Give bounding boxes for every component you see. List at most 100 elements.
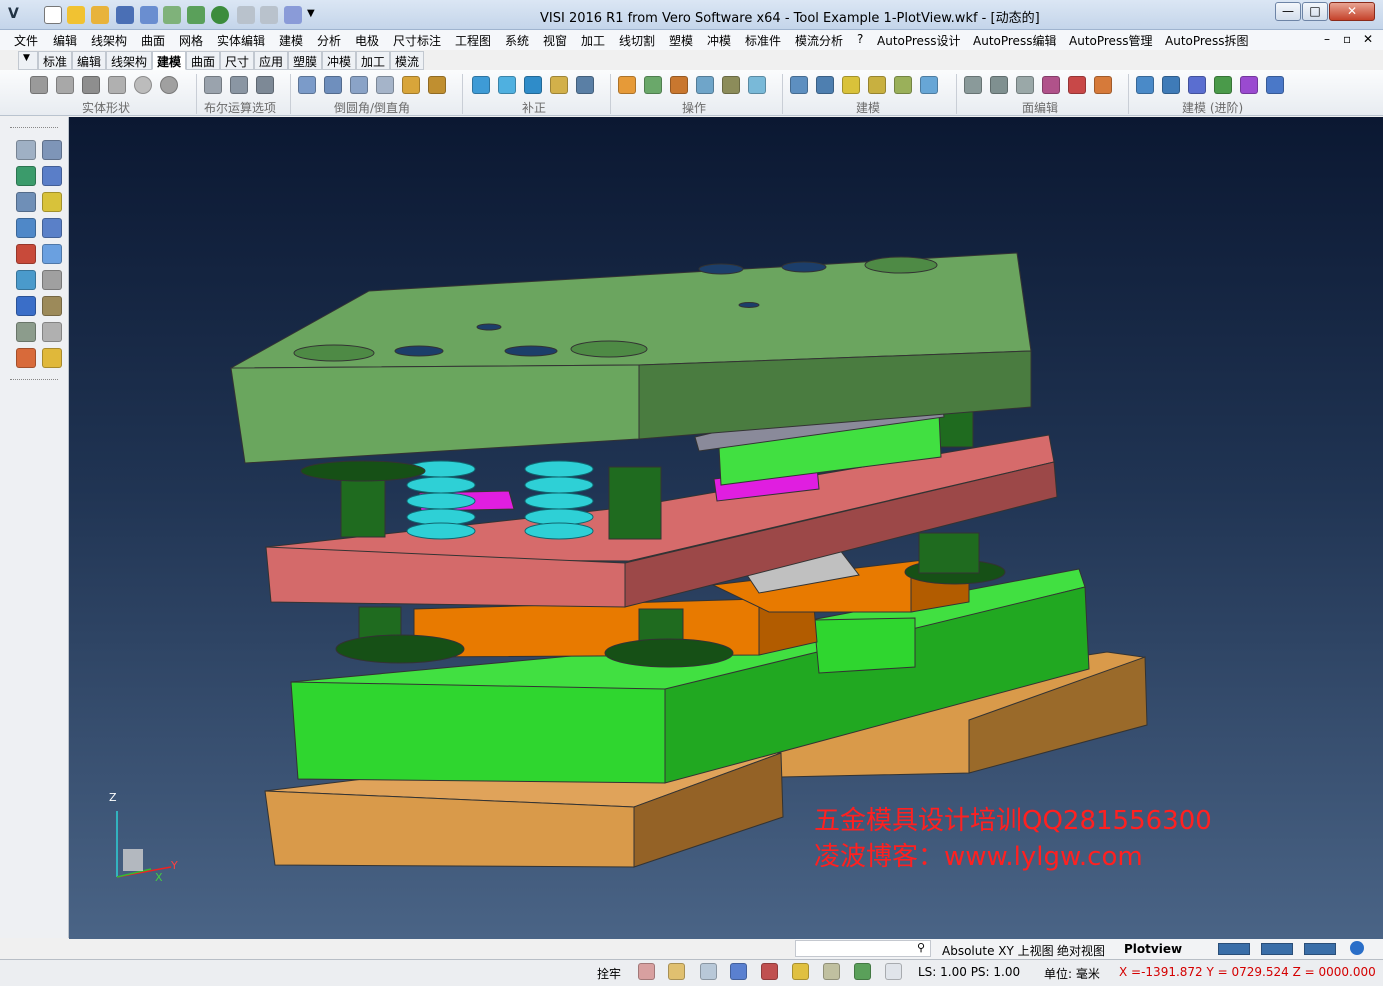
- redo-icon[interactable]: [260, 6, 278, 24]
- tab-mould[interactable]: 塑膜: [288, 51, 323, 70]
- bounding-box-icon[interactable]: [16, 166, 36, 186]
- viewport-layout-icon-3[interactable]: [1304, 943, 1336, 955]
- rotate-view-icon[interactable]: [16, 270, 36, 290]
- menu-solid-edit[interactable]: 实体编辑: [217, 32, 265, 49]
- solid-view-icon[interactable]: [42, 270, 62, 290]
- split-icon[interactable]: [722, 76, 740, 94]
- face-replace-icon[interactable]: [1016, 76, 1034, 94]
- open-folder-icon[interactable]: [91, 6, 109, 24]
- menu-help[interactable]: ?: [857, 32, 863, 46]
- advanced-morph-icon[interactable]: [1266, 76, 1284, 94]
- menu-mesh[interactable]: 网格: [179, 32, 203, 49]
- thicken-icon[interactable]: [524, 76, 542, 94]
- sphere-solid-icon[interactable]: [134, 76, 152, 94]
- face-rotate-icon[interactable]: [990, 76, 1008, 94]
- tab-standard[interactable]: 标准: [38, 51, 73, 70]
- face-extend-icon[interactable]: [1042, 76, 1060, 94]
- tab-dimension[interactable]: 尺寸: [220, 51, 255, 70]
- undo-icon[interactable]: [237, 6, 255, 24]
- grid-icon[interactable]: [885, 963, 902, 980]
- solid-from-faces-icon[interactable]: [790, 76, 808, 94]
- layer-filter-icon[interactable]: [16, 192, 36, 212]
- globe-icon[interactable]: [1350, 941, 1364, 955]
- boolean-subtract-icon[interactable]: [230, 76, 248, 94]
- menu-autopress-design[interactable]: AutoPress设计: [877, 32, 960, 49]
- settings-icon[interactable]: [16, 348, 36, 368]
- doc-minimize-button[interactable]: –: [1324, 32, 1330, 46]
- transform-icon[interactable]: [16, 218, 36, 238]
- minimize-button[interactable]: —: [1275, 2, 1301, 21]
- cylinder-solid-icon-2[interactable]: [82, 76, 100, 94]
- edge-blend-icon[interactable]: [376, 76, 394, 94]
- refresh-icon[interactable]: [854, 963, 871, 980]
- maximize-button[interactable]: □: [1302, 2, 1328, 21]
- shell-icon[interactable]: [550, 76, 568, 94]
- menu-flow-analysis[interactable]: 模流分析: [795, 32, 843, 49]
- tab-flow[interactable]: 模流: [390, 51, 425, 70]
- viewport-layout-icon[interactable]: [1218, 943, 1250, 955]
- view-absolute-xy[interactable]: Absolute XY 上视图: [942, 942, 1054, 959]
- menu-machining[interactable]: 加工: [581, 32, 605, 49]
- face-fillet-icon[interactable]: [350, 76, 368, 94]
- advanced-spring-icon[interactable]: [1214, 76, 1232, 94]
- menu-drawing[interactable]: 工程图: [455, 32, 491, 49]
- boss-icon[interactable]: [842, 76, 860, 94]
- surface-icon[interactable]: [42, 244, 62, 264]
- extrude-icon[interactable]: [618, 76, 636, 94]
- zoom-window-icon[interactable]: [16, 140, 36, 160]
- filter-icon[interactable]: [761, 963, 778, 980]
- face-move-icon[interactable]: [964, 76, 982, 94]
- delete-icon[interactable]: [16, 322, 36, 342]
- sew-icon[interactable]: [748, 76, 766, 94]
- 3d-viewport[interactable]: Z Y X 五金模具设计培训QQ281556300 凌波博客：www.lylgw…: [69, 117, 1383, 939]
- menu-standard-parts[interactable]: 标准件: [745, 32, 781, 49]
- menu-edit[interactable]: 编辑: [53, 32, 77, 49]
- menu-electrode[interactable]: 电极: [355, 32, 379, 49]
- tab-edit[interactable]: 编辑: [72, 51, 107, 70]
- menu-view[interactable]: 视窗: [543, 32, 567, 49]
- layers-icon[interactable]: [823, 963, 840, 980]
- menu-dimension[interactable]: 尺寸标注: [393, 32, 441, 49]
- select-lines-icon[interactable]: [42, 140, 62, 160]
- tab-modeling[interactable]: 建模: [152, 51, 187, 70]
- new-file-icon[interactable]: [44, 6, 62, 24]
- face-delete-icon[interactable]: [1068, 76, 1086, 94]
- undo-left-icon[interactable]: [42, 322, 62, 342]
- boolean-union-icon[interactable]: [204, 76, 222, 94]
- tab-dropdown[interactable]: ▼: [18, 51, 38, 70]
- menu-autopress-split[interactable]: AutoPress拆图: [1165, 32, 1248, 49]
- boolean-intersect-icon[interactable]: [256, 76, 274, 94]
- save-all-icon[interactable]: [140, 6, 158, 24]
- view-absolute[interactable]: 绝对视图: [1057, 942, 1105, 959]
- sweep-icon[interactable]: [670, 76, 688, 94]
- box-solid-icon[interactable]: [30, 76, 48, 94]
- menu-autopress-edit[interactable]: AutoPress编辑: [973, 32, 1056, 49]
- quick-access-dropdown-icon[interactable]: ▼: [307, 8, 315, 19]
- home-icon[interactable]: [700, 963, 717, 980]
- doc-close-button[interactable]: ✕: [1363, 32, 1373, 46]
- measure-icon[interactable]: [42, 166, 62, 186]
- tab-die[interactable]: 冲模: [322, 51, 357, 70]
- cylinder-solid-icon[interactable]: [56, 76, 74, 94]
- menu-surface[interactable]: 曲面: [141, 32, 165, 49]
- hole-icon[interactable]: [868, 76, 886, 94]
- menu-wire-cut[interactable]: 线切割: [619, 32, 655, 49]
- tab-machining[interactable]: 加工: [356, 51, 391, 70]
- menu-wireframe[interactable]: 线架构: [91, 32, 127, 49]
- face-patch-icon[interactable]: [1094, 76, 1112, 94]
- menu-mould[interactable]: 塑模: [669, 32, 693, 49]
- fillet-icon[interactable]: [298, 76, 316, 94]
- menu-analysis[interactable]: 分析: [317, 32, 341, 49]
- menu-modeling[interactable]: 建模: [279, 32, 303, 49]
- check-icon[interactable]: [42, 192, 62, 212]
- zoom-icon[interactable]: [211, 6, 229, 24]
- help-icon[interactable]: [730, 963, 747, 980]
- snap-icon[interactable]: [638, 963, 655, 980]
- tab-surface[interactable]: 曲面: [186, 51, 221, 70]
- advanced-wrap-icon[interactable]: [1188, 76, 1206, 94]
- folder-icon[interactable]: [42, 348, 62, 368]
- print-icon[interactable]: [163, 6, 181, 24]
- offset-solid-icon[interactable]: [498, 76, 516, 94]
- color-icon[interactable]: [16, 244, 36, 264]
- open-file-icon[interactable]: [67, 6, 85, 24]
